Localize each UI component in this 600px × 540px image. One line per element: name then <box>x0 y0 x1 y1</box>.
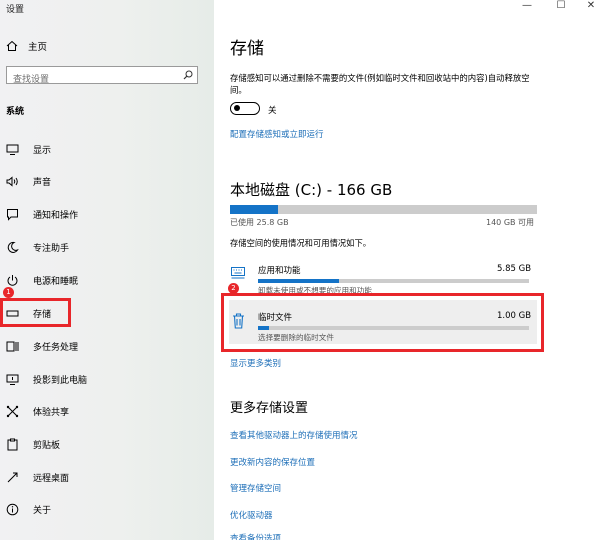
view-backup-options-link[interactable]: 查看备份选项 <box>230 532 281 540</box>
disk-usage-bar <box>230 205 537 214</box>
sidebar-item-label: 多任务处理 <box>33 342 79 353</box>
window-title: 设置 <box>6 5 25 15</box>
sidebar-item-project[interactable]: 投影到此电脑 <box>6 371 196 387</box>
notification-icon <box>7 208 18 221</box>
sidebar-item-label: 关于 <box>33 505 52 516</box>
search-icon[interactable] <box>183 70 193 80</box>
sidebar-item-label: 通知和操作 <box>33 210 79 221</box>
disk-free-label: 140 GB 可用 <box>486 218 535 227</box>
sidebar-item-label: 投影到此电脑 <box>33 375 88 386</box>
toggle-state-label: 关 <box>268 106 277 116</box>
home-icon <box>6 40 18 51</box>
storage-sense-description: 存储感知可以通过删除不需要的文件(例如临时文件和回收站中的内容)自动释放空间。 <box>230 73 530 95</box>
sidebar-item-about[interactable]: 关于 <box>6 501 196 517</box>
home-nav-item[interactable]: 主页 <box>6 38 47 54</box>
search-box[interactable] <box>6 66 198 88</box>
monitor-icon <box>6 144 19 155</box>
home-label: 主页 <box>28 42 48 53</box>
search-input[interactable] <box>7 72 183 88</box>
sidebar-item-display[interactable]: 显示 <box>6 141 196 157</box>
share-icon <box>6 405 19 417</box>
view-other-drives-link[interactable]: 查看其他驱动器上的存储使用情况 <box>230 429 358 441</box>
sidebar-item-label: 剪贴板 <box>33 440 61 451</box>
toggle-knob <box>234 105 240 111</box>
annotation-badge-1: 1 <box>3 287 14 298</box>
sidebar-item-power-sleep[interactable]: 电源和睡眠 <box>6 272 196 288</box>
speaker-icon <box>6 175 18 187</box>
sidebar-item-label: 体验共享 <box>33 407 70 418</box>
optimize-drives-link[interactable]: 优化驱动器 <box>230 509 273 521</box>
minimize-button[interactable]: — <box>520 0 534 14</box>
sidebar-item-label: 专注助手 <box>33 243 70 254</box>
change-save-location-link[interactable]: 更改新内容的保存位置 <box>230 456 315 468</box>
sidebar-item-multitasking[interactable]: 多任务处理 <box>6 338 196 354</box>
disk-used-label: 已使用 25.8 GB <box>230 218 289 227</box>
page-title: 存储 <box>230 39 264 59</box>
category-usage-fill <box>258 279 340 283</box>
disk-usage-fill <box>230 205 278 214</box>
sidebar-item-label: 远程桌面 <box>33 473 70 484</box>
moon-icon <box>7 241 19 253</box>
disk-title: 本地磁盘 (C:) - 166 GB <box>230 181 393 199</box>
usage-description: 存储空间的使用情况和可用情况如下。 <box>230 238 372 248</box>
project-icon <box>6 374 19 385</box>
sidebar-item-notifications[interactable]: 通知和操作 <box>6 206 196 222</box>
sidebar-item-label: 电源和睡眠 <box>33 276 79 287</box>
more-storage-settings-title: 更多存储设置 <box>230 401 309 416</box>
sidebar-item-sound[interactable]: 声音 <box>6 173 196 189</box>
close-button[interactable]: ✕ <box>584 0 598 14</box>
clipboard-icon <box>7 438 18 450</box>
sidebar-item-shared-experiences[interactable]: 体验共享 <box>6 403 196 419</box>
multitask-icon <box>6 341 19 351</box>
manage-storage-spaces-link[interactable]: 管理存储空间 <box>230 482 281 494</box>
category-usage-bar <box>258 279 529 283</box>
sidebar-item-label: 显示 <box>33 145 52 156</box>
show-more-categories-link[interactable]: 显示更多类别 <box>230 357 281 369</box>
category-name: 应用和功能 <box>258 266 301 276</box>
annotation-highlight-storage <box>0 298 71 327</box>
section-header-system: 系统 <box>6 107 25 117</box>
storage-sense-toggle[interactable] <box>230 102 260 115</box>
configure-storage-sense-link[interactable]: 配置存储感知或立即运行 <box>230 128 324 140</box>
maximize-button[interactable]: ☐ <box>554 0 568 14</box>
sidebar: 设置 主页 系统 显示 声音 通知和操作 专注助手 电源和睡眠 存储 <box>0 0 214 540</box>
sidebar-item-focus-assist[interactable]: 专注助手 <box>6 239 196 255</box>
remote-desktop-icon <box>7 472 18 482</box>
power-icon <box>7 274 18 286</box>
sidebar-item-label: 声音 <box>33 177 52 188</box>
category-size: 5.85 GB <box>497 264 532 274</box>
annotation-highlight-temp-files <box>221 293 544 352</box>
annotation-badge-2: 2 <box>228 283 239 294</box>
sidebar-item-clipboard[interactable]: 剪贴板 <box>6 436 196 452</box>
sidebar-item-remote-desktop[interactable]: 远程桌面 <box>6 469 196 485</box>
keyboard-icon <box>231 267 245 279</box>
info-icon <box>6 503 19 515</box>
